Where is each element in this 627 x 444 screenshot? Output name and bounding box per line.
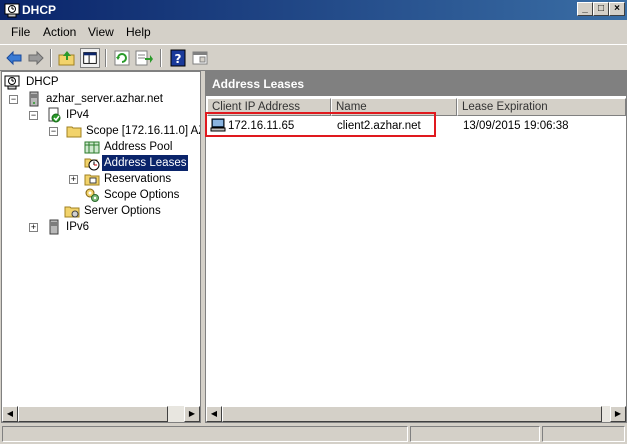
tree-node-server[interactable]: − azhar_server.azhar.net (4, 91, 199, 107)
status-panel-secondary (410, 426, 540, 442)
scroll-thumb[interactable] (222, 406, 602, 422)
status-panel-tertiary (542, 426, 625, 442)
scroll-left-icon[interactable]: ◀ (2, 406, 18, 422)
close-button[interactable]: × (609, 2, 625, 16)
tree-label-ipv4: IPv4 (66, 109, 90, 121)
tree-node-reservations[interactable]: + Reservations (4, 171, 199, 187)
tree-label-server-options: Server Options (84, 205, 161, 217)
up-folder-icon[interactable] (57, 48, 77, 68)
status-bar (0, 424, 627, 444)
menu-file[interactable]: File (11, 25, 30, 39)
expand-icon[interactable]: + (69, 175, 78, 184)
annotation-highlight-box (205, 112, 436, 137)
forward-icon[interactable] (26, 48, 46, 68)
dhcp-icon (4, 75, 20, 90)
scroll-left-icon[interactable]: ◀ (206, 406, 222, 422)
tree-node-address-pool[interactable]: Address Pool (4, 139, 199, 155)
details-horizontal-scrollbar[interactable]: ◀ ▶ (206, 406, 626, 422)
tree-label-reservations: Reservations (104, 173, 172, 185)
reservations-icon (84, 174, 100, 186)
svg-text:?: ? (175, 52, 182, 66)
scope-options-icon (85, 188, 99, 202)
properties-icon[interactable] (190, 48, 210, 68)
tree-horizontal-scrollbar[interactable]: ◀ ▶ (2, 406, 200, 422)
address-leases-icon (84, 158, 100, 171)
tree-label-server: azhar_server.azhar.net (46, 93, 163, 105)
tree-node-dhcp[interactable]: DHCP (4, 74, 194, 90)
details-header: Address Leases (206, 72, 626, 96)
title-bar: DHCP _ □ × (0, 0, 627, 20)
expand-icon[interactable]: + (29, 223, 38, 232)
menu-bar: File Action View Help (0, 20, 627, 44)
minimize-button[interactable]: _ (577, 2, 593, 16)
tree-node-address-leases[interactable]: Address Leases (4, 155, 199, 171)
tree-node-server-options[interactable]: Server Options (4, 203, 199, 219)
tree-node-ipv6[interactable]: + IPv6 (4, 219, 199, 235)
ipv6-icon (49, 219, 59, 235)
toolbar-separator (105, 49, 107, 67)
tree-label-scope-options: Scope Options (104, 189, 180, 201)
collapse-icon[interactable]: − (29, 111, 38, 120)
status-panel-main (2, 426, 408, 442)
server-options-icon (64, 206, 80, 218)
scroll-right-icon[interactable]: ▶ (184, 406, 200, 422)
column-header-lease-expiration[interactable]: Lease Expiration (457, 98, 626, 116)
scroll-thumb[interactable] (18, 406, 168, 422)
tree-node-scope-options[interactable]: Scope Options (4, 187, 199, 203)
toolbar: ? (0, 44, 627, 71)
tree-label-address-pool: Address Pool (104, 141, 173, 153)
lease-expiration: 13/09/2015 19:06:38 (463, 120, 569, 132)
address-pool-icon (84, 141, 100, 154)
tree-label-address-leases: Address Leases (102, 155, 189, 171)
toolbar-separator (160, 49, 162, 67)
export-list-icon[interactable] (134, 48, 154, 68)
ipv4-icon (48, 107, 61, 123)
folder-icon (66, 126, 82, 138)
console-tree: DHCP − azhar_server.azhar.net − IPv4 − S… (1, 71, 201, 423)
collapse-icon[interactable]: − (9, 95, 18, 104)
tree-label-ipv6: IPv6 (66, 221, 90, 233)
menu-action[interactable]: Action (43, 25, 76, 39)
tree-node-ipv4[interactable]: − IPv4 (4, 107, 199, 123)
collapse-icon[interactable]: − (49, 127, 58, 136)
scroll-right-icon[interactable]: ▶ (610, 406, 626, 422)
server-icon (29, 91, 39, 107)
menu-help[interactable]: Help (126, 25, 151, 39)
tree-node-scope[interactable]: − Scope [172.16.11.0] AZ (4, 123, 200, 139)
toolbar-separator (50, 49, 52, 67)
window-title: DHCP (22, 3, 57, 17)
menu-view[interactable]: View (88, 25, 114, 39)
dhcp-app-icon (4, 3, 20, 18)
refresh-icon[interactable] (112, 48, 132, 68)
back-icon[interactable] (4, 48, 24, 68)
tree-label-scope: Scope [172.16.11.0] AZ (86, 125, 200, 137)
help-icon[interactable]: ? (168, 48, 188, 68)
maximize-button[interactable]: □ (593, 2, 609, 16)
show-hide-tree-icon[interactable] (80, 48, 100, 68)
tree-label-dhcp: DHCP (26, 76, 59, 88)
